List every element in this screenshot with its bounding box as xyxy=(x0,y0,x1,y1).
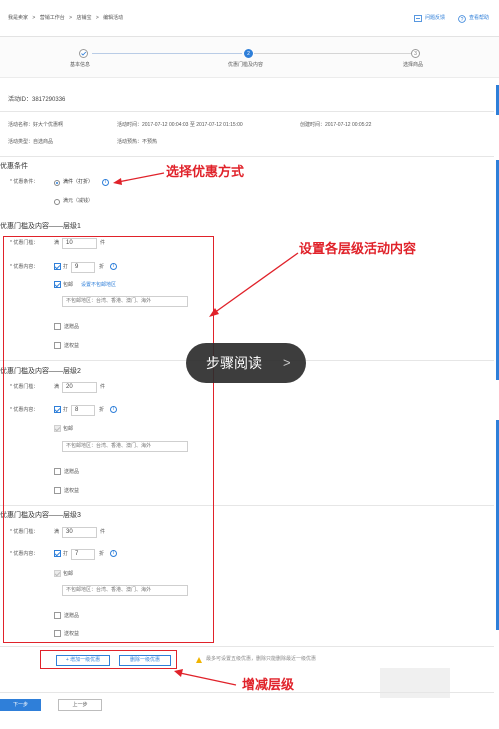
warning-icon xyxy=(196,657,202,663)
tier-buttons-highlight-box xyxy=(40,650,177,669)
activity-time: 活动时间：2017-07-12 00:04:03 至 2017-07-12 01… xyxy=(117,122,243,128)
divider xyxy=(0,692,494,693)
step-connector xyxy=(92,53,242,54)
breadcrumb: 我是卖家 > 营销工作台 > 店铺宝 > 编辑活动 xyxy=(8,15,123,22)
step-reading-label: 步骤阅读 xyxy=(206,355,262,371)
activity-preheat: 活动预热：不预热 xyxy=(117,139,158,145)
breadcrumb-item: 编辑活动 xyxy=(103,15,124,21)
step-1-label: 基本信息 xyxy=(70,62,91,68)
breadcrumb-separator: > xyxy=(69,15,73,21)
step-2-label: 优惠门槛及内容 xyxy=(228,62,264,68)
activity-type: 活动类型：自选商品 xyxy=(8,139,54,145)
condition-radio-quantity[interactable] xyxy=(54,180,60,186)
step-reading-overlay[interactable]: 步骤阅读 > xyxy=(186,343,306,383)
annotation-adjust: 增减层级 xyxy=(242,677,295,692)
step-3-circle: 3 xyxy=(411,49,420,58)
step-2-circle: 2 xyxy=(244,49,253,58)
svg-text:?: ? xyxy=(461,17,464,23)
feedback-icon xyxy=(414,15,422,22)
condition-option-quantity[interactable]: 满件（打折） xyxy=(63,179,93,186)
info-icon[interactable]: i xyxy=(102,179,109,186)
breadcrumb-separator: > xyxy=(95,15,99,21)
condition-radio-amount[interactable] xyxy=(54,199,60,205)
activity-created: 创建时间：2017-07-12 00:05:22 xyxy=(300,122,372,128)
blurred-area xyxy=(380,668,450,698)
breadcrumb-separator: > xyxy=(32,15,36,21)
condition-option-amount[interactable]: 满元（减钱） xyxy=(63,198,93,205)
annotation-set-levels: 设置各层级活动内容 xyxy=(299,241,417,256)
step-1-circle xyxy=(79,49,88,58)
annotation-arrow xyxy=(113,172,165,185)
chevron-right-icon: > xyxy=(283,355,291,370)
check-icon xyxy=(81,51,87,56)
divider xyxy=(0,111,494,112)
annotation-choose: 选择优惠方式 xyxy=(166,164,245,179)
next-step-button[interactable]: 下一步 xyxy=(0,699,41,711)
activity-name: 活动名称：好大个优惠啊 xyxy=(8,122,64,128)
help-label: 查看帮助 xyxy=(469,15,490,21)
breadcrumb-item[interactable]: 我是卖家 xyxy=(8,15,28,21)
condition-section-title: 优惠条件 xyxy=(0,163,28,170)
divider xyxy=(0,156,494,157)
breadcrumb-item[interactable]: 营销工作台 xyxy=(40,15,65,21)
divider xyxy=(0,646,494,647)
prev-step-button[interactable]: 上一步 xyxy=(58,699,102,711)
activity-id: 活动ID：3817290336 xyxy=(8,97,66,103)
breadcrumb-item[interactable]: 店铺宝 xyxy=(76,15,91,21)
tier-1-title: 优惠门槛及内容——层级1 xyxy=(0,223,81,230)
step-connector xyxy=(254,53,411,54)
tiers-highlight-box xyxy=(3,236,214,643)
step-3-label: 选择商品 xyxy=(403,62,424,68)
condition-label: * 优惠条件： xyxy=(10,179,39,185)
feedback-label: 问题反馈 xyxy=(425,15,446,21)
help-icon: ? xyxy=(458,15,466,23)
annotation-arrow xyxy=(209,252,299,317)
tier-hint: 最多可设置五级优惠，删除只能删除最近一级优惠 xyxy=(206,656,317,662)
annotation-arrow xyxy=(174,669,237,686)
